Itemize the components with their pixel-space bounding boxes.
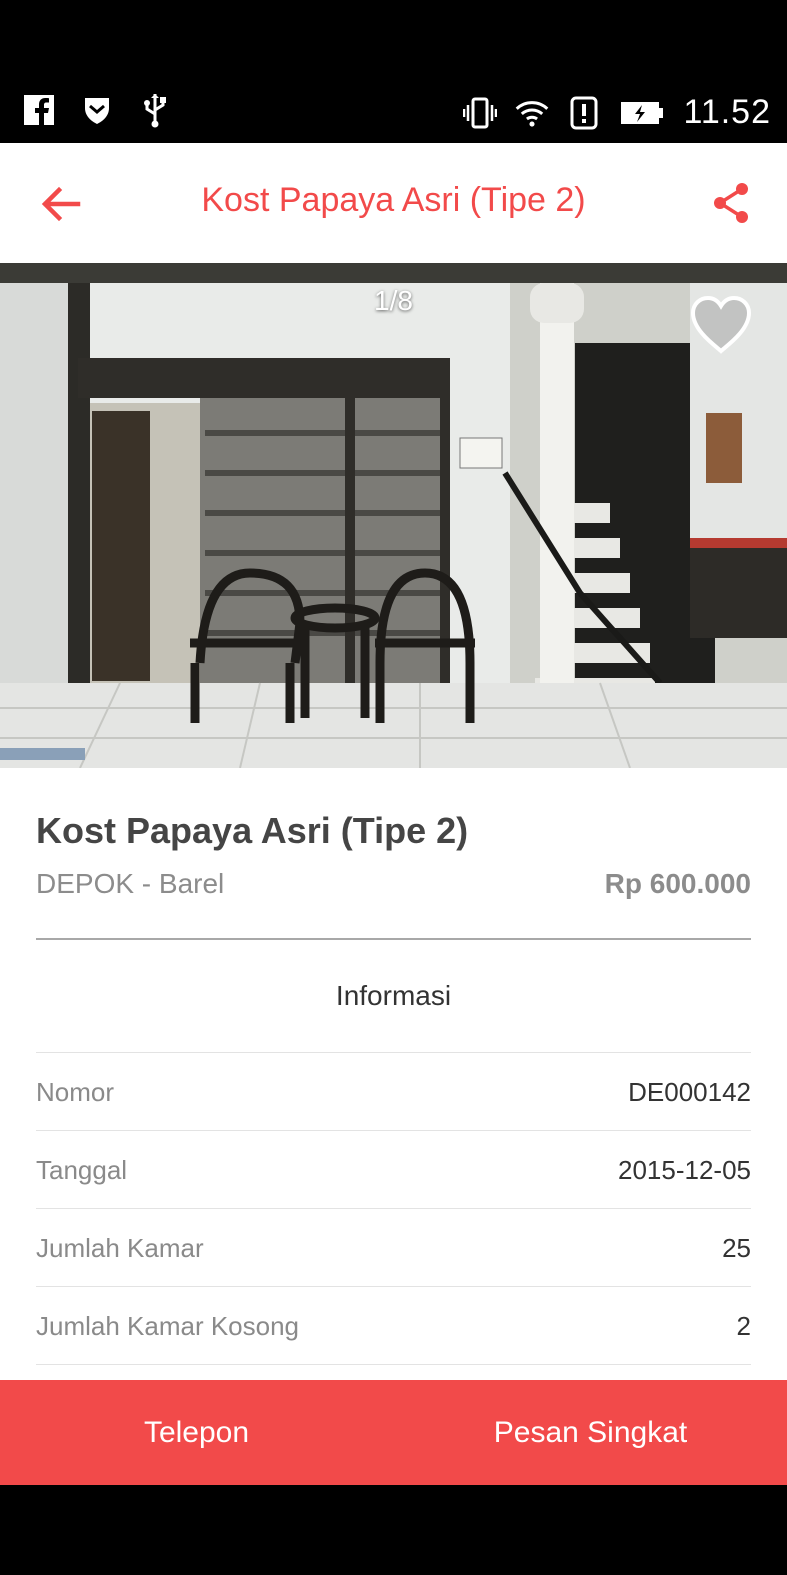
- room-photo: [0, 263, 787, 768]
- photo-gallery[interactable]: 1/8: [0, 263, 787, 768]
- app-bar: Kost Papaya Asri (Tipe 2): [0, 143, 787, 263]
- listing-price: Rp 600.000: [604, 868, 751, 899]
- listing-location: DEPOK - Barel: [36, 868, 225, 899]
- share-button[interactable]: [711, 181, 751, 225]
- info-label: Jumlah Kamar: [36, 1233, 204, 1263]
- share-icon: [714, 183, 748, 223]
- sms-button[interactable]: Pesan Singkat: [394, 1380, 787, 1485]
- facebook-icon: [22, 93, 56, 127]
- contact-action-bar: Telepon Pesan Singkat: [0, 1380, 787, 1485]
- clock: 11.52: [683, 93, 771, 131]
- info-value: DE000142: [628, 1077, 751, 1107]
- navigation-bar: [0, 1485, 787, 1575]
- divider: [36, 1364, 751, 1365]
- vibrate-icon: [463, 96, 498, 130]
- listing-name: Kost Papaya Asri (Tipe 2): [36, 810, 469, 851]
- info-row-jumlah-kamar-kosong: Jumlah Kamar Kosong 2: [36, 1286, 751, 1364]
- info-value: 25: [722, 1233, 751, 1263]
- alert-icon: [567, 96, 601, 130]
- status-bar-notifications: [22, 93, 172, 128]
- info-row-jumlah-kamar: Jumlah Kamar 25: [36, 1208, 751, 1286]
- info-value: 2: [736, 1311, 751, 1341]
- status-bar: 11.52: [0, 0, 787, 143]
- battery-charging-icon: [619, 96, 665, 130]
- info-label: Jumlah Kamar Kosong: [36, 1311, 300, 1341]
- shield-icon: [80, 93, 114, 127]
- info-row-tanggal: Tanggal 2015-12-05: [36, 1130, 751, 1208]
- info-value: 2015-12-05: [618, 1155, 751, 1185]
- page-title: Kost Papaya Asri (Tipe 2): [201, 181, 586, 219]
- wifi-icon: [515, 96, 549, 130]
- divider: [36, 938, 751, 940]
- info-row-nomor: Nomor DE000142: [36, 1052, 751, 1130]
- favorite-button[interactable]: [689, 295, 753, 355]
- info-label: Nomor: [36, 1077, 115, 1107]
- info-section-title: Informasi: [335, 980, 452, 1011]
- info-label: Tanggal: [36, 1155, 128, 1185]
- usb-icon: [138, 93, 172, 128]
- photo-counter: 1/8: [374, 285, 413, 316]
- heart-icon: [690, 295, 752, 354]
- call-button[interactable]: Telepon: [0, 1380, 393, 1485]
- status-bar-system: 11.52: [463, 93, 771, 132]
- listing-details: Kost Papaya Asri (Tipe 2) DEPOK - Barel …: [0, 768, 787, 1380]
